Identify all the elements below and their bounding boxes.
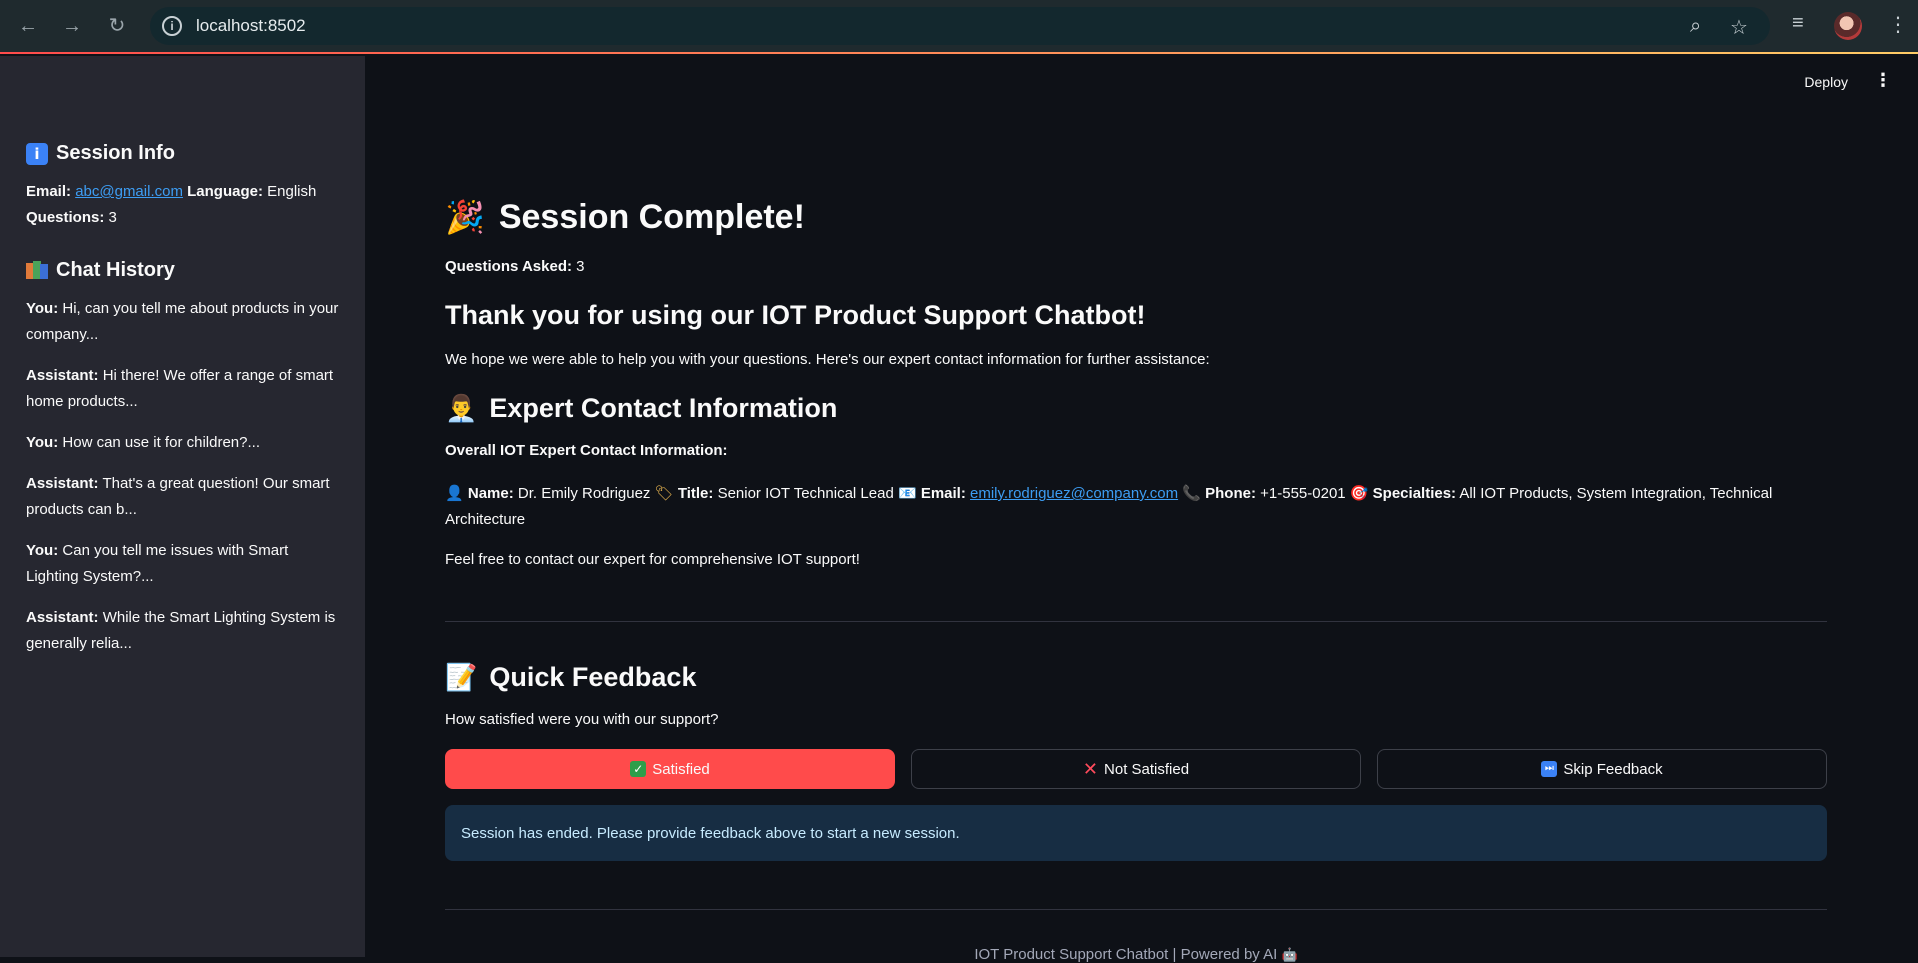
- back-arrow-icon[interactable]: ←: [14, 12, 42, 40]
- overall-contact-label: Overall IOT Expert Contact Information:: [445, 442, 728, 459]
- satisfied-label: Satisfied: [652, 760, 710, 778]
- robot-icon: 🤖: [1281, 948, 1298, 963]
- expert-heading-text: Expert Contact Information: [489, 393, 838, 423]
- address-bar[interactable]: i localhost:8502 ⌕ ☆: [150, 7, 1770, 45]
- forward-arrow-icon[interactable]: →: [58, 12, 86, 40]
- thanks-heading: Thank you for using our IOT Product Supp…: [445, 300, 1146, 330]
- chat-history-item: Assistant: Hi there! We offer a range of…: [26, 363, 339, 415]
- chat-history-item: You: How can use it for children?...: [26, 430, 339, 456]
- chat-text: Can you tell me issues with Smart Lighti…: [26, 542, 289, 585]
- chat-history-item: You: Hi, can you tell me about products …: [26, 296, 339, 348]
- session-ended-info: Session has ended. Please provide feedba…: [445, 805, 1827, 861]
- session-info-title: Session Info: [56, 142, 175, 164]
- chat-history-title: Chat History: [56, 259, 175, 281]
- language-value: English: [267, 183, 317, 200]
- questions-asked-label: Questions Asked:: [445, 258, 572, 275]
- page-title: 🎉 Session Complete!: [445, 192, 1827, 242]
- email-link[interactable]: abc@gmail.com: [75, 183, 183, 200]
- phone-icon: 📞: [1182, 484, 1201, 502]
- footer-label: IOT Product Support Chatbot | Powered by…: [974, 946, 1278, 963]
- section-divider: [445, 621, 1827, 622]
- chat-role: Assistant:: [26, 367, 99, 384]
- contact-note: Feel free to contact our expert for comp…: [445, 551, 860, 568]
- chat-text: Hi, can you tell me about products in yo…: [26, 300, 339, 343]
- memo-icon: 📝: [445, 662, 478, 693]
- chat-text: How can use it for children?...: [62, 434, 260, 451]
- expert-heading: 👨‍💼 Expert Contact Information: [445, 393, 1827, 424]
- office-worker-icon: 👨‍💼: [445, 393, 478, 424]
- loading-accent-bar: [0, 52, 1918, 54]
- bookmark-star-icon[interactable]: ☆: [1730, 15, 1748, 40]
- party-popper-icon: 🎉: [445, 198, 485, 236]
- target-icon: 🎯: [1349, 484, 1369, 502]
- expert-email-label: Email:: [920, 485, 966, 502]
- expert-name-label: Name:: [467, 485, 514, 502]
- chat-role: You:: [26, 542, 59, 559]
- not-satisfied-button[interactable]: ✕ Not Satisfied: [911, 749, 1361, 789]
- expert-phone: +1-555-0201: [1260, 485, 1346, 502]
- footer-divider: [445, 909, 1827, 910]
- questions-value: 3: [108, 209, 117, 226]
- fast-forward-icon: ⏭: [1541, 761, 1558, 777]
- questions-asked-value: 3: [576, 258, 585, 275]
- expert-phone-label: Phone:: [1205, 485, 1256, 502]
- person-icon: 👤: [445, 484, 464, 502]
- browser-menu-icon[interactable]: ⋮: [1888, 12, 1908, 37]
- feedback-heading-text: Quick Feedback: [489, 662, 697, 692]
- app-menu-icon[interactable]: ⋮: [1874, 70, 1892, 91]
- sidebar: i Session Info Email: abc@gmail.com Lang…: [0, 56, 365, 957]
- session-info-heading: i Session Info: [26, 142, 339, 165]
- skip-feedback-button[interactable]: ⏭ Skip Feedback: [1377, 749, 1827, 789]
- intro-text: We hope we were able to help you with yo…: [445, 351, 1210, 368]
- email-label: Email:: [26, 183, 72, 200]
- label-tag-icon: 🏷: [654, 484, 674, 502]
- questions-label: Questions:: [26, 209, 105, 226]
- skip-feedback-label: Skip Feedback: [1563, 760, 1663, 778]
- zoom-icon[interactable]: ⌕: [1690, 15, 1701, 38]
- cross-mark-icon: ✕: [1082, 758, 1099, 780]
- chat-role: You:: [26, 300, 59, 317]
- url-text[interactable]: localhost:8502: [196, 16, 306, 36]
- chat-history-item: You: Can you tell me issues with Smart L…: [26, 538, 339, 590]
- expert-specialties-label: Specialties:: [1372, 485, 1457, 502]
- main-content: Deploy ⋮ 🎉 Session Complete! Questions A…: [365, 56, 1918, 963]
- footer-text: IOT Product Support Chatbot | Powered by…: [445, 946, 1827, 963]
- info-icon: i: [26, 142, 48, 165]
- questions-asked: Questions Asked: 3: [445, 254, 1827, 280]
- page-title-text: Session Complete!: [498, 197, 805, 236]
- check-mark-icon: ✓: [630, 761, 647, 777]
- chat-history-item: Assistant: While the Smart Lighting Syst…: [26, 605, 339, 657]
- chat-role: Assistant:: [26, 609, 99, 626]
- feedback-heading: 📝 Quick Feedback: [445, 662, 1827, 693]
- expert-title: Senior IOT Technical Lead: [717, 485, 894, 502]
- media-controls-icon[interactable]: ≡: [1792, 12, 1804, 35]
- satisfied-button[interactable]: ✓ Satisfied: [445, 749, 895, 789]
- feedback-question: How satisfied were you with our support?: [445, 711, 719, 728]
- session-info-details: Email: abc@gmail.com Language: English Q…: [26, 179, 339, 231]
- chat-history-item: Assistant: That's a great question! Our …: [26, 471, 339, 523]
- expert-name: Dr. Emily Rodriguez: [517, 485, 651, 502]
- chat-role: Assistant:: [26, 475, 99, 492]
- language-label: Language:: [187, 183, 263, 200]
- expert-contact-details: 👤 Name: Dr. Emily Rodriguez 🏷 Title: Sen…: [445, 480, 1827, 533]
- expert-email-link[interactable]: emily.rodriguez@company.com: [970, 485, 1178, 502]
- reload-icon[interactable]: ↻: [103, 12, 131, 40]
- expert-title-label: Title:: [677, 485, 714, 502]
- site-info-icon[interactable]: i: [162, 16, 182, 36]
- browser-toolbar: ← → ↻ i localhost:8502 ⌕ ☆ ≡ ⋮: [0, 0, 1918, 54]
- chat-history-list: You: Hi, can you tell me about products …: [26, 296, 339, 657]
- chat-role: You:: [26, 434, 59, 451]
- not-satisfied-label: Not Satisfied: [1104, 760, 1190, 778]
- content-column: 🎉 Session Complete! Questions Asked: 3 T…: [445, 136, 1827, 963]
- feedback-buttons: ✓ Satisfied ✕ Not Satisfied ⏭ Skip Feedb…: [445, 749, 1827, 789]
- chat-history-heading: Chat History: [26, 259, 339, 282]
- profile-avatar[interactable]: [1834, 12, 1862, 40]
- books-icon: [26, 260, 48, 282]
- deploy-button[interactable]: Deploy: [1804, 74, 1848, 90]
- email-icon: 📧: [897, 484, 917, 502]
